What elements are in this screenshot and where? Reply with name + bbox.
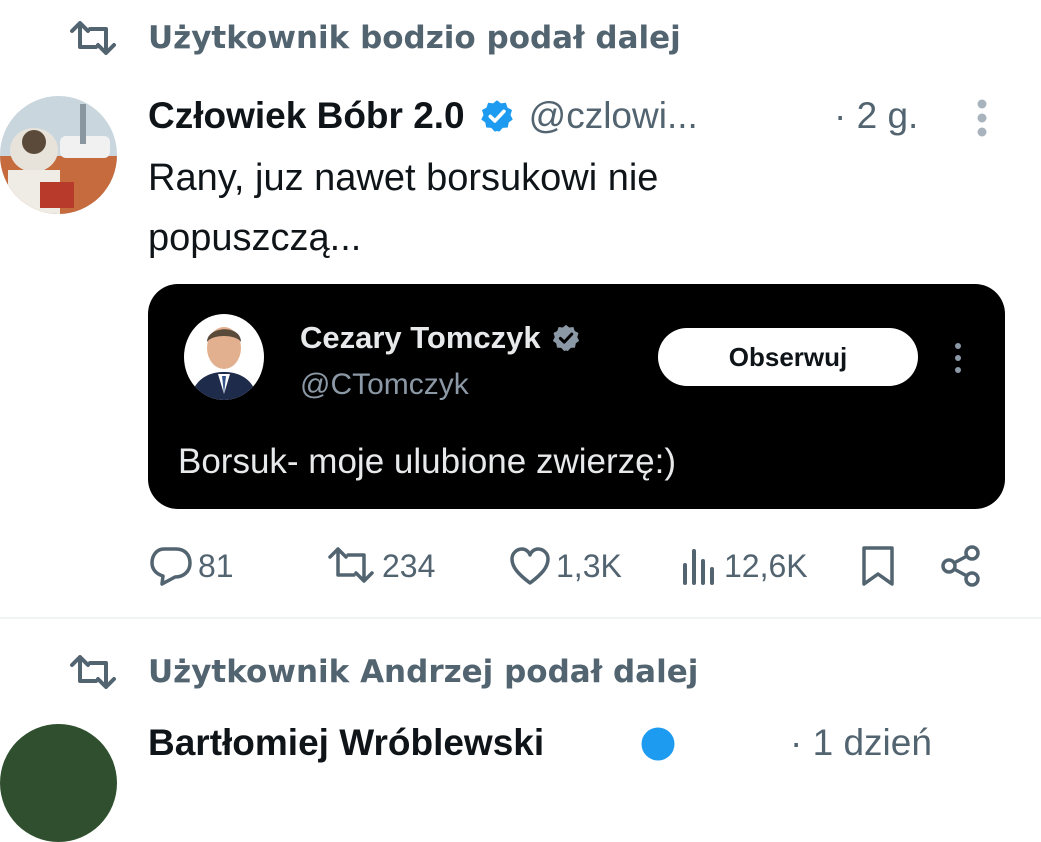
- bookmark-icon: [862, 546, 894, 586]
- follow-button[interactable]: Obserwuj: [658, 328, 918, 386]
- reply-button[interactable]: 81: [148, 542, 234, 590]
- reply-count: 81: [198, 547, 234, 584]
- verified-badge-icon: [480, 100, 513, 132]
- more-vertical-icon[interactable]: [948, 340, 968, 376]
- like-button[interactable]: 1,3K: [508, 542, 622, 590]
- views-button[interactable]: 12,6K: [680, 542, 808, 590]
- views-count: 12,6K: [724, 547, 808, 584]
- author-name[interactable]: Bartłomiej Wróblewski: [148, 722, 544, 764]
- embedded-avatar-image: [184, 314, 264, 400]
- retweet-label: Użytkownik bodzio podał dalej: [148, 20, 681, 56]
- embedded-avatar[interactable]: [184, 314, 264, 400]
- share-button[interactable]: [938, 542, 988, 590]
- avatar-image: [0, 96, 117, 214]
- tweet-header: Człowiek Bóbr 2.0 @czlowi...: [148, 90, 698, 142]
- repost-count: 234: [382, 547, 436, 584]
- author-name[interactable]: Człowiek Bóbr 2.0: [148, 95, 465, 137]
- embedded-author-row: Cezary Tomczyk: [300, 320, 581, 356]
- like-count: 1,3K: [556, 547, 622, 584]
- embedded-tweet-card[interactable]: Cezary Tomczyk @CTomczyk Obserwuj Borsuk…: [148, 284, 1005, 509]
- tweet-time[interactable]: · 2 g.: [834, 90, 918, 142]
- retweet-header[interactable]: Użytkownik Andrzej podał dalej: [68, 652, 698, 692]
- retweet-icon: [328, 547, 374, 583]
- like-icon: [510, 547, 550, 585]
- embedded-author-handle[interactable]: @CTomczyk: [300, 368, 469, 402]
- retweet-label: Użytkownik Andrzej podał dalej: [148, 654, 699, 690]
- verified-badge-icon: [641, 727, 675, 761]
- tweet-time[interactable]: · 1 dzień: [790, 722, 932, 764]
- tweet-divider: [0, 617, 1041, 619]
- author-handle[interactable]: @czlowi...: [529, 95, 698, 137]
- avatar[interactable]: [0, 724, 117, 842]
- retweet-icon: [70, 21, 116, 55]
- tweet-text: Rany, juz nawet borsukowi nie popuszczą.…: [148, 157, 659, 259]
- embedded-author-name[interactable]: Cezary Tomczyk: [300, 320, 541, 356]
- verified-badge-icon: [552, 324, 579, 351]
- bookmark-button[interactable]: [858, 542, 902, 590]
- embedded-tweet-text: Borsuk- moje ulubione zwierzę:): [178, 442, 676, 481]
- views-icon: [683, 549, 714, 585]
- more-vertical-icon[interactable]: [962, 96, 1002, 142]
- share-icon: [941, 545, 980, 587]
- retweet-header[interactable]: Użytkownik bodzio podał dalej: [68, 18, 681, 58]
- reply-icon: [150, 547, 192, 586]
- retweet-icon: [70, 655, 116, 689]
- repost-button[interactable]: 234: [326, 542, 435, 590]
- avatar[interactable]: [0, 96, 117, 214]
